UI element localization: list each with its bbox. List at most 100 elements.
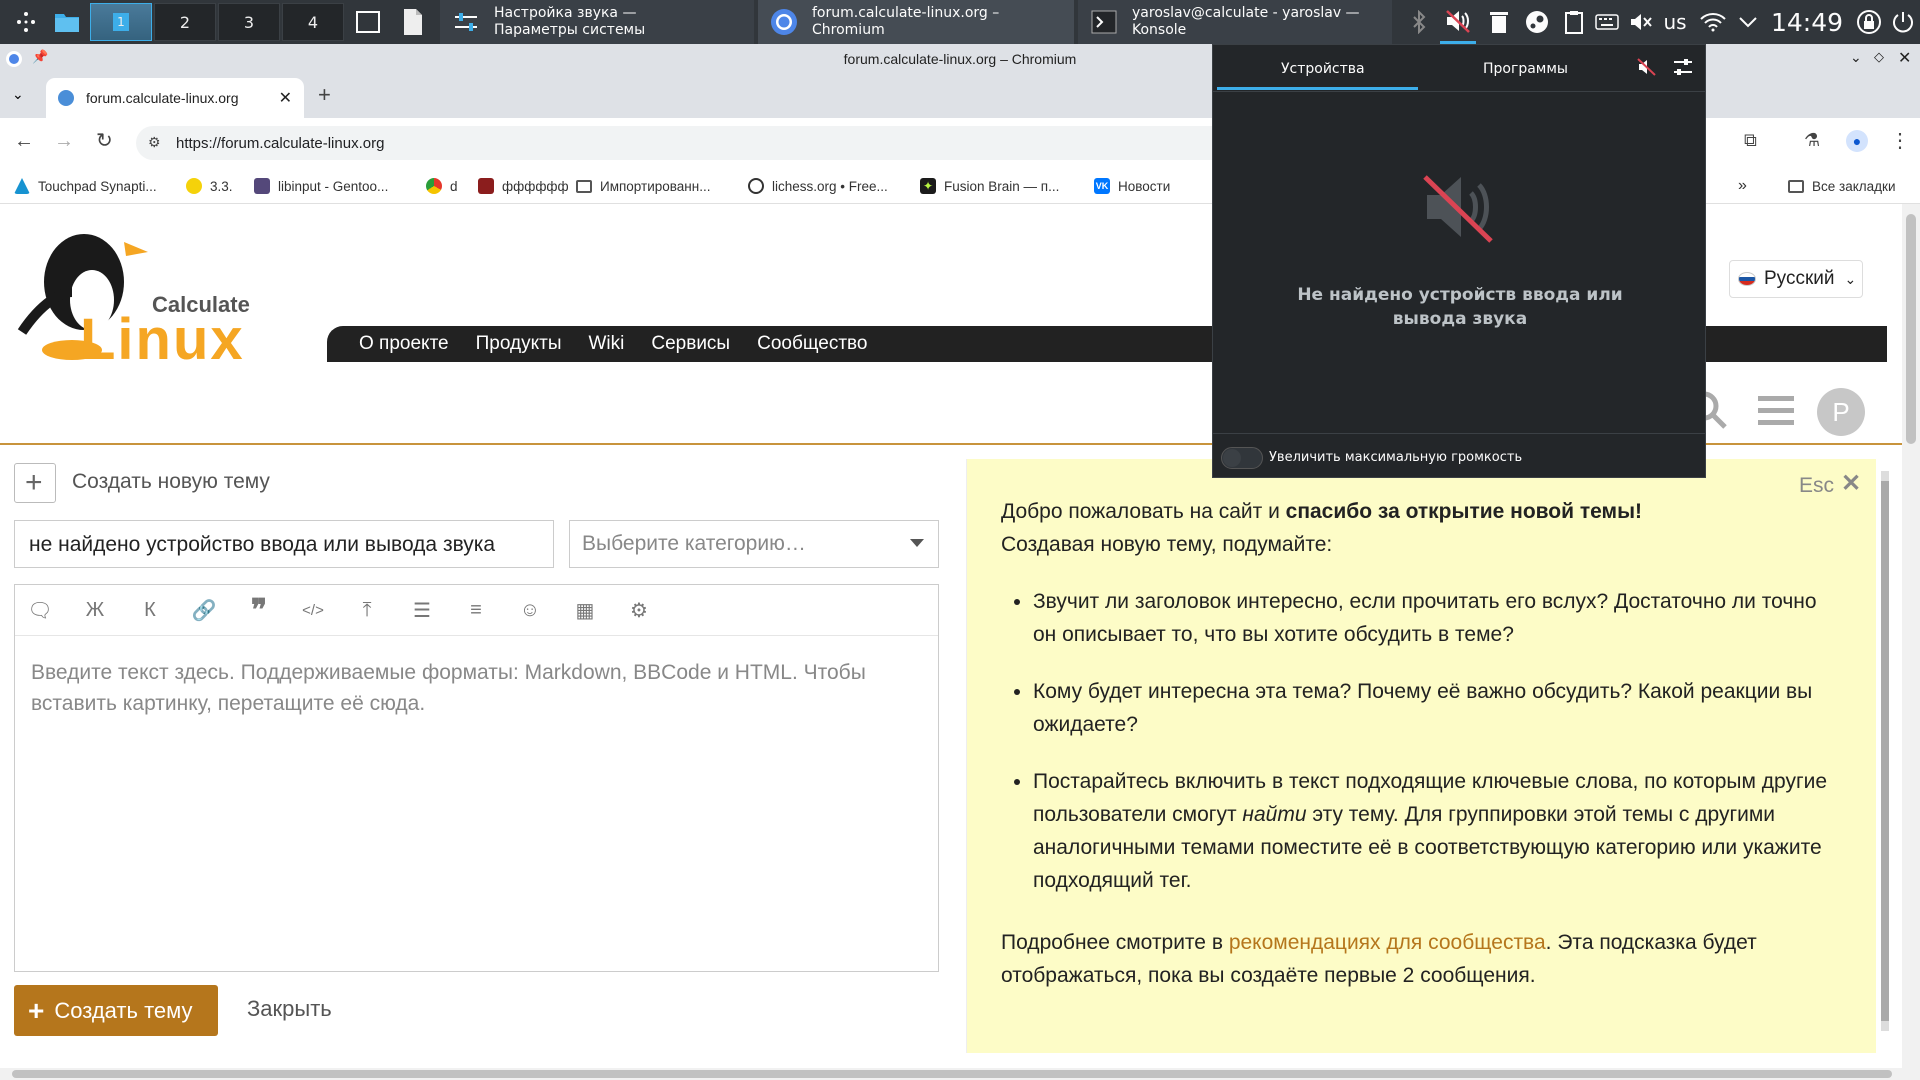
profile-icon[interactable]: ● (1846, 130, 1868, 152)
topic-title-input[interactable]: не найдено устройство ввода или вывода з… (14, 520, 554, 568)
reload-icon[interactable]: ↻ (96, 128, 113, 153)
tab-devices[interactable]: Устройства (1281, 61, 1365, 77)
bookmark-label: фффффф (502, 178, 569, 194)
lock-icon[interactable] (1854, 0, 1884, 44)
steam-icon[interactable] (1520, 0, 1554, 44)
bookmark-item[interactable]: 3.3. (186, 168, 233, 204)
menu-icon[interactable]: ⋮ (1890, 128, 1910, 153)
gear-icon[interactable]: ⚙ (625, 596, 653, 624)
task-sound-settings[interactable]: Настройка звука — Параметры системы (440, 0, 754, 44)
tab-forum[interactable]: forum.calculate-linux.org ✕ (46, 78, 304, 118)
microphone-muted-icon[interactable] (1626, 0, 1656, 44)
pager-desktop-1[interactable]: 1 (90, 3, 152, 41)
bookmark-item[interactable]: lichess.org • Free... (748, 168, 888, 204)
hamburger-icon[interactable] (1758, 394, 1794, 431)
bookmark-item[interactable]: d (426, 168, 458, 204)
bold-button[interactable]: Ж (81, 596, 109, 624)
labs-icon[interactable]: ⚗ (1804, 130, 1820, 151)
sliders-icon (452, 8, 480, 36)
bullet-list-icon[interactable]: ☰ (408, 596, 436, 624)
bookmark-folder[interactable]: Импортированн... (576, 168, 710, 204)
site-info-icon[interactable]: ⚙ (148, 134, 161, 151)
volume-muted-icon[interactable] (1637, 57, 1657, 81)
keyboard-layout[interactable]: us (1660, 0, 1690, 44)
bluetooth-icon[interactable] (1404, 0, 1434, 44)
bookmark-label: libinput - Gentoo... (278, 178, 389, 194)
tab-title: forum.calculate-linux.org (86, 90, 239, 106)
speech-bubble-icon[interactable]: 🗨 (26, 596, 54, 624)
tip-scrollbar[interactable] (1881, 471, 1889, 1031)
community-guidelines-link[interactable]: рекомендациях для сообщества (1229, 931, 1546, 954)
editor-textarea[interactable]: Введите текст здесь. Поддерживаемые форм… (31, 657, 931, 719)
language-selector[interactable]: Русский ⌄ (1729, 260, 1863, 298)
back-icon[interactable]: ← (14, 130, 34, 153)
pager-desktop-2[interactable]: 2 (154, 3, 216, 41)
scroll-thumb[interactable] (1906, 214, 1916, 444)
pager-desktop-3[interactable]: 3 (218, 3, 280, 41)
address-bar[interactable]: ⚙ https://forum.calculate-linux.org (136, 126, 1234, 160)
configure-icon[interactable] (1673, 57, 1693, 81)
power-icon[interactable] (1888, 0, 1918, 44)
tip-list: Звучит ли заголовок интересно, если проч… (1033, 585, 1843, 921)
quote-icon[interactable]: ❞ (245, 594, 273, 627)
scroll-thumb[interactable] (12, 1070, 1892, 1078)
show-desktop-icon[interactable] (350, 2, 386, 42)
tab-apps[interactable]: Программы (1483, 61, 1568, 77)
app-launcher-icon[interactable] (8, 2, 44, 42)
editor: Введите текст здесь. Поддерживаемые форм… (14, 584, 939, 972)
italic-button[interactable]: К (136, 596, 164, 624)
nav-products[interactable]: Продукты (476, 333, 562, 355)
bookmark-item[interactable]: Touchpad Synapti... (14, 168, 157, 204)
file-manager-icon[interactable] (52, 2, 82, 42)
page-vertical-scrollbar[interactable] (1902, 204, 1920, 1068)
code-icon[interactable]: </> (299, 596, 327, 624)
bookmark-item[interactable]: фффффф (478, 168, 569, 204)
create-topic-button[interactable]: + Создать тему (14, 985, 218, 1036)
bookmark-label: d (450, 178, 458, 194)
volume-muted-icon[interactable] (1440, 0, 1476, 44)
maximize-icon[interactable]: ◇ (1874, 49, 1884, 65)
tab-search-icon[interactable]: ⌄ (12, 86, 24, 103)
tip-bullet: Постарайтесь включить в текст подходящие… (1033, 765, 1843, 897)
all-bookmarks[interactable]: Все закладки (1788, 168, 1895, 204)
extensions-icon[interactable]: ⧉ (1744, 130, 1757, 151)
forward-icon[interactable]: → (54, 130, 74, 153)
category-select[interactable]: Выберите категорию… (569, 520, 939, 568)
bookmark-item[interactable]: VK Новости (1094, 168, 1170, 204)
task-konsole[interactable]: yaroslav@calculate - yaroslav — Konsole (1078, 0, 1392, 44)
upload-icon[interactable]: ⤒ (353, 596, 381, 624)
more-bookmarks-icon[interactable]: » (1738, 168, 1747, 204)
bookmark-item[interactable]: ✦ Fusion Brain — п... (920, 168, 1059, 204)
close-composer-link[interactable]: Закрыть (247, 996, 332, 1022)
chevron-down-icon[interactable] (1734, 0, 1762, 44)
avatar[interactable]: P (1817, 388, 1865, 436)
clipboard-icon[interactable] (1560, 0, 1588, 44)
close-icon[interactable]: ✕ (1898, 48, 1911, 68)
link-icon[interactable]: 🔗 (190, 596, 218, 624)
raise-max-volume-toggle[interactable] (1221, 447, 1263, 469)
document-icon[interactable] (396, 2, 430, 42)
nav-community[interactable]: Сообщество (757, 333, 867, 355)
tab-divider (1213, 91, 1705, 92)
task-chromium[interactable]: forum.calculate-linux.org – Chromium (758, 0, 1074, 44)
site-logo[interactable]: Calculate Linux (12, 222, 262, 372)
nav-wiki[interactable]: Wiki (588, 333, 624, 355)
clock[interactable]: 14:49 (1764, 0, 1850, 44)
composer-tip-panel: Esc ✕ Добро пожаловать на сайт и спасибо… (966, 459, 1889, 1053)
calendar-icon[interactable]: ▦ (571, 596, 599, 624)
page-horizontal-scrollbar[interactable] (0, 1068, 1920, 1080)
bookmark-item[interactable]: libinput - Gentoo... (254, 168, 388, 204)
emoji-icon[interactable]: ☺ (516, 596, 544, 624)
keyboard-icon[interactable] (1592, 0, 1622, 44)
trash-icon[interactable] (1484, 0, 1514, 44)
minimize-icon[interactable]: ⌄ (1850, 49, 1862, 66)
numbered-list-icon[interactable]: ≡ (462, 596, 490, 624)
wifi-icon[interactable] (1696, 0, 1730, 44)
pager-desktop-4[interactable]: 4 (282, 3, 344, 41)
new-tab-icon[interactable]: + (318, 82, 331, 108)
add-topic-icon[interactable]: + (14, 463, 56, 503)
url-text: https://forum.calculate-linux.org (176, 134, 385, 152)
nav-services[interactable]: Сервисы (651, 333, 730, 355)
close-tab-icon[interactable]: ✕ (279, 88, 292, 108)
nav-about[interactable]: О проекте (359, 333, 449, 355)
